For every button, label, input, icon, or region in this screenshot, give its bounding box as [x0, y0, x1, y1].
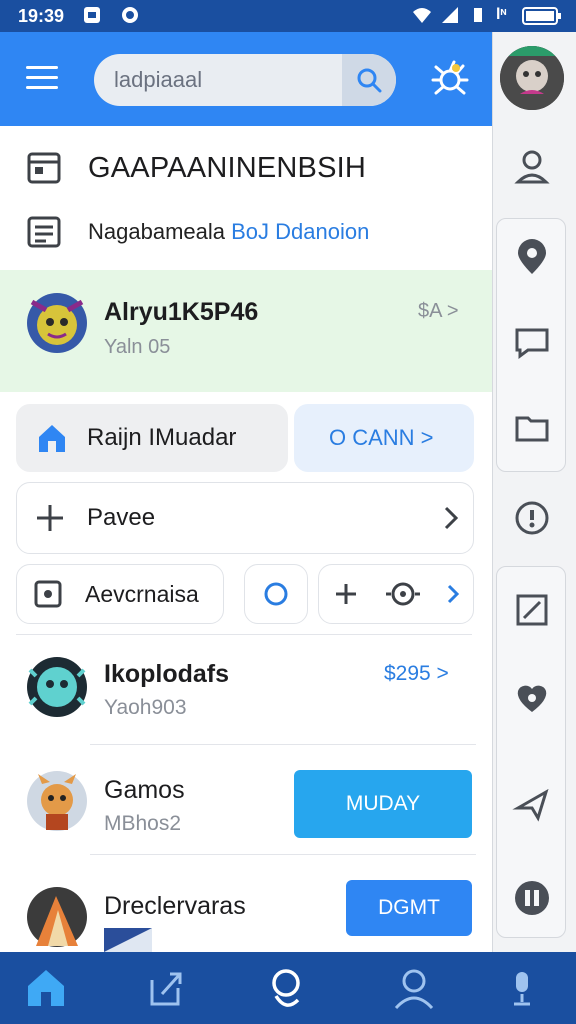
- list-item[interactable]: Dreclervaras DGMT: [0, 860, 492, 952]
- featured-price: $A >: [418, 300, 459, 322]
- network-type: lᶰ: [496, 6, 507, 23]
- add-label: Pavee: [87, 504, 156, 531]
- status-time: 19:39: [18, 6, 65, 26]
- featured-sub: Yaln 05: [104, 336, 171, 358]
- location-icon[interactable]: [512, 238, 552, 278]
- divider: [90, 744, 476, 745]
- signal-icon: [442, 7, 458, 23]
- primary-action-label: Raijn IMuadar: [87, 424, 237, 451]
- target-icon[interactable]: [385, 579, 421, 609]
- search-button[interactable]: [342, 54, 396, 106]
- page-subtitle: Nagabameala BoJ Ddanoion: [88, 219, 369, 245]
- list-item-action-button[interactable]: DGMT: [346, 880, 472, 936]
- edit-icon[interactable]: [512, 590, 552, 630]
- search-icon[interactable]: [264, 966, 308, 1010]
- bottom-nav: [0, 952, 576, 1024]
- add-row[interactable]: Pavee: [16, 482, 474, 554]
- calendar-icon: [27, 152, 61, 184]
- search-input[interactable]: ladpiaaal: [114, 67, 202, 93]
- subtitle-link[interactable]: BoJ Ddanoion: [231, 219, 369, 244]
- page-title: GAAPAANINENBSIH: [88, 152, 367, 184]
- mic-icon[interactable]: [500, 966, 544, 1010]
- list-icon: [27, 216, 61, 248]
- battery-icon: [522, 7, 561, 25]
- list-item-avatar: [27, 771, 87, 831]
- bug-icon[interactable]: [430, 58, 470, 98]
- media-row[interactable]: Aevcrnaisa: [16, 564, 224, 624]
- chevron-right-icon[interactable]: [445, 583, 461, 605]
- secondary-action-label: O CANN >: [329, 425, 434, 450]
- list-item-price: $295 >: [384, 662, 449, 685]
- divider: [16, 634, 472, 635]
- secondary-action-button[interactable]: O CANN >: [294, 404, 474, 472]
- featured-avatar: [27, 293, 87, 353]
- share-icon[interactable]: [144, 966, 188, 1010]
- chat-icon[interactable]: [512, 322, 552, 362]
- pause-icon[interactable]: [512, 878, 552, 918]
- sync-icon: [122, 7, 138, 23]
- list-item[interactable]: Gamos MBhos2 MUDAY: [0, 750, 492, 854]
- plus-icon: [37, 505, 63, 531]
- list-item-name: Dreclervaras: [104, 892, 246, 920]
- list-item-avatar: [27, 657, 87, 717]
- chevron-right-icon: [444, 506, 459, 530]
- wifi-icon: [413, 8, 431, 23]
- featured-name: Alryu1K5P46: [104, 298, 259, 326]
- app-bar: ladpiaaal: [0, 32, 492, 126]
- list-item-sub: Yaoh903: [104, 696, 187, 719]
- main-panel: GAAPAANINENBSIH Nagabameala BoJ Ddanoion…: [0, 126, 492, 952]
- folder-icon[interactable]: [512, 408, 552, 448]
- status-bar: 19:39 lᶰ: [0, 0, 576, 32]
- menu-icon-line: [26, 66, 58, 69]
- list-item-thumbnail: [104, 928, 152, 952]
- info-icon[interactable]: [512, 498, 552, 538]
- refresh-button[interactable]: [244, 564, 308, 624]
- refresh-icon: [264, 582, 288, 606]
- menu-button[interactable]: [26, 66, 58, 90]
- list-item-name: Ikoplodafs: [104, 660, 230, 688]
- list-item[interactable]: Ikoplodafs Yaoh903 $295 >: [0, 640, 492, 744]
- search-bar[interactable]: ladpiaaal: [94, 54, 396, 106]
- camera-icon: [34, 580, 62, 608]
- tool-group: [318, 564, 474, 624]
- primary-action-button[interactable]: Raijn IMuadar: [16, 404, 288, 472]
- list-item-sub: MBhos2: [104, 812, 182, 835]
- heart-icon[interactable]: [512, 678, 552, 718]
- sim-icon: [474, 8, 482, 22]
- home-icon: [39, 425, 65, 452]
- notification-icon: [84, 7, 100, 23]
- list-item-action-button[interactable]: MUDAY: [294, 770, 472, 838]
- profile-icon[interactable]: [512, 146, 552, 186]
- divider: [90, 854, 476, 855]
- media-label: Aevcrnaisa: [85, 581, 199, 607]
- featured-row[interactable]: Alryu1K5P46 Yaln 05 $A >: [0, 270, 492, 392]
- avatar[interactable]: [500, 46, 564, 110]
- subtitle-text: Nagabameala: [88, 219, 232, 244]
- search-icon: [357, 68, 382, 93]
- list-item-avatar: [27, 887, 87, 947]
- add-icon[interactable]: [333, 581, 359, 607]
- avatar-image: [500, 46, 564, 110]
- send-icon[interactable]: [512, 784, 552, 824]
- list-item-name: Gamos: [104, 776, 185, 804]
- home-icon[interactable]: [24, 966, 68, 1010]
- user-icon[interactable]: [392, 966, 436, 1010]
